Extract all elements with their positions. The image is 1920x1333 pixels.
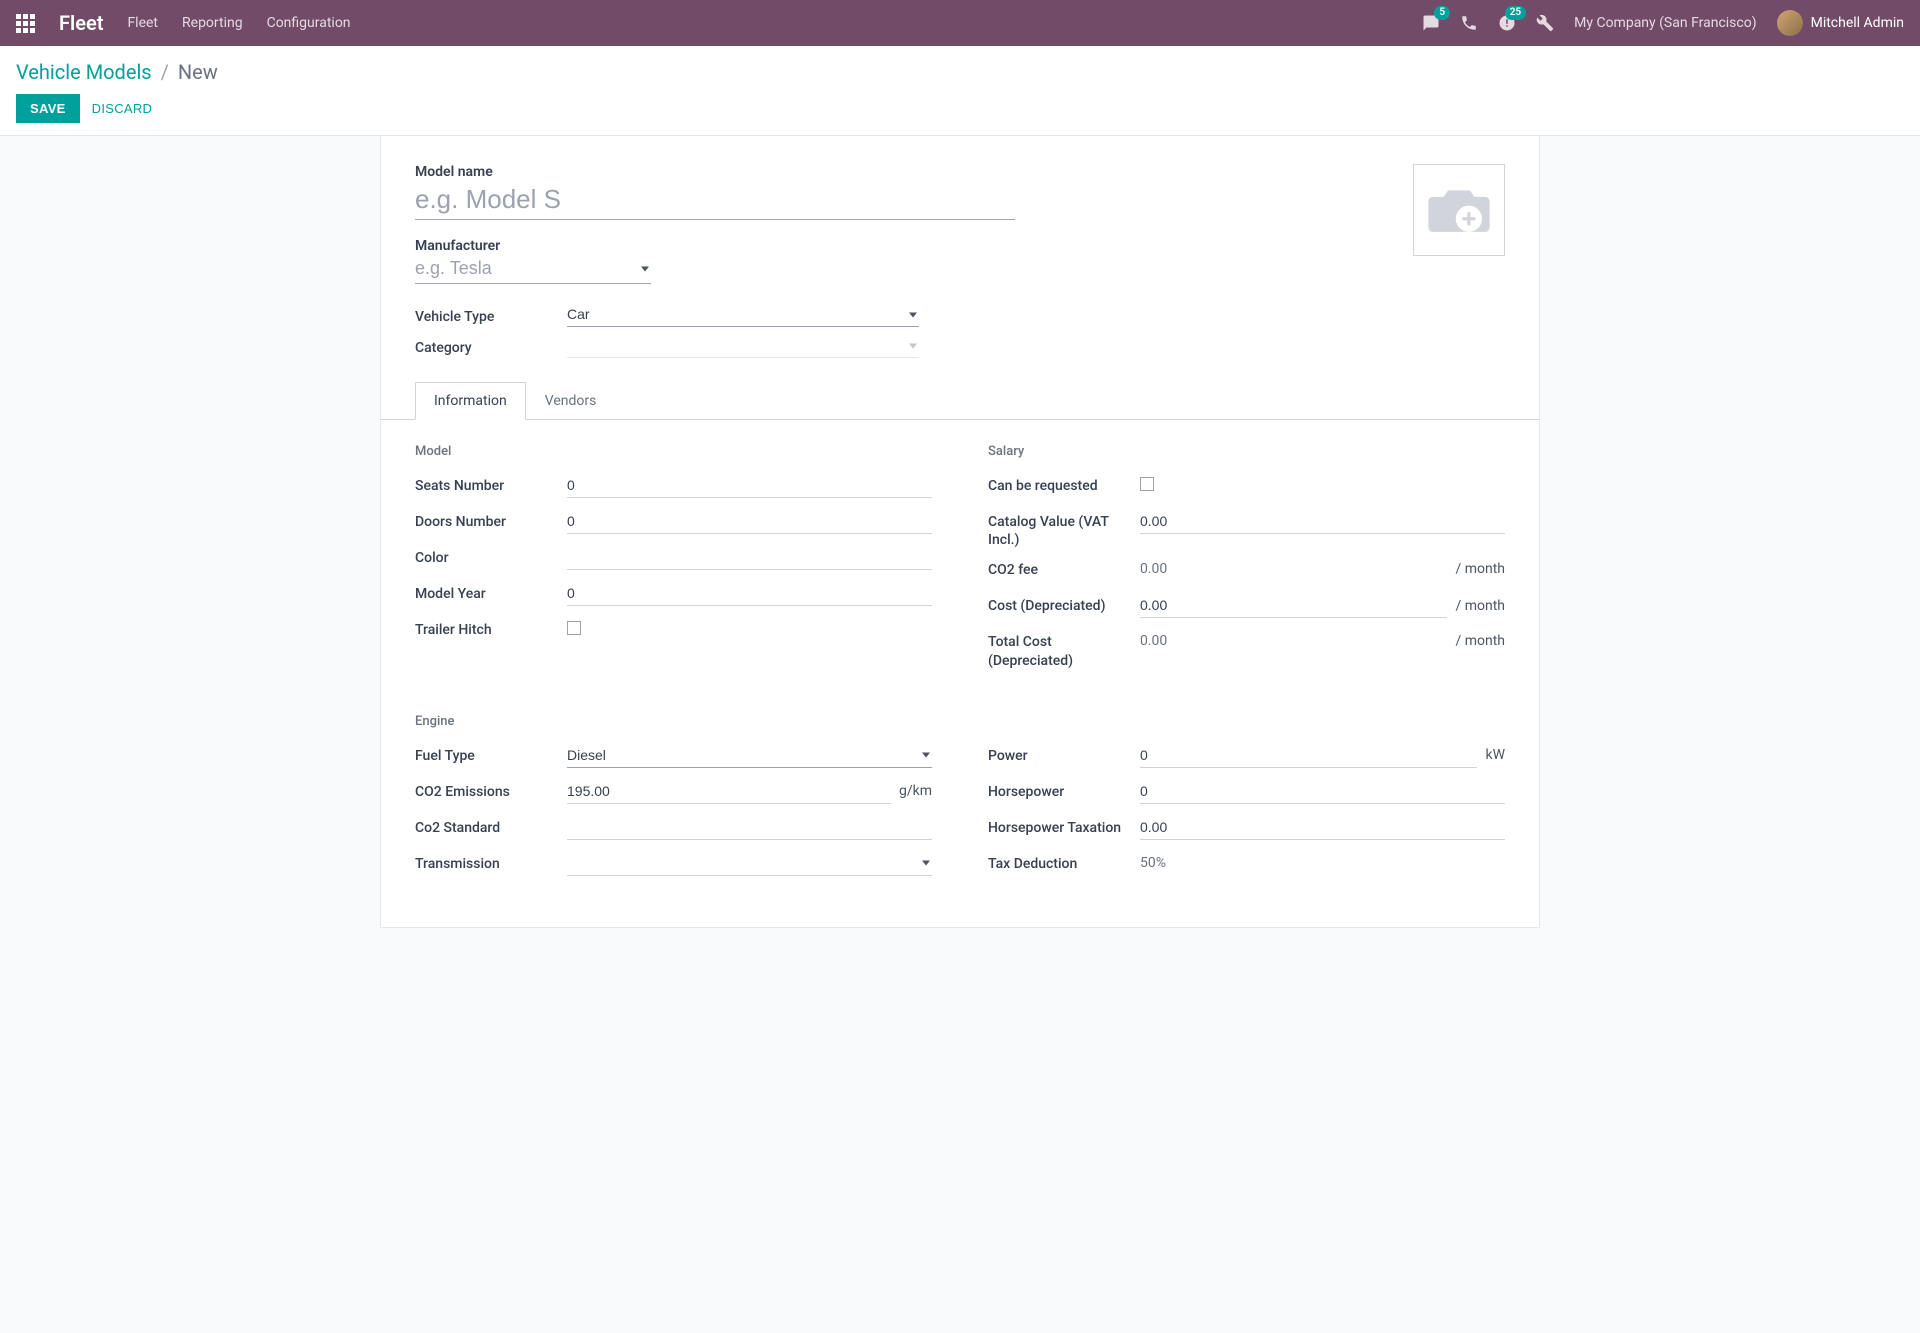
model-name-input[interactable] — [415, 180, 1015, 220]
trailer-label: Trailer Hitch — [415, 617, 567, 639]
model-name-label: Model name — [415, 164, 1389, 180]
co2-input[interactable] — [567, 779, 891, 804]
action-bar: Vehicle Models / New SAVE DISCARD — [0, 46, 1920, 136]
image-upload[interactable] — [1413, 164, 1505, 256]
vehicle-type-select[interactable] — [567, 302, 919, 327]
apps-icon[interactable] — [16, 14, 35, 33]
tab-information[interactable]: Information — [415, 382, 526, 420]
discard-button[interactable]: DISCARD — [92, 101, 153, 116]
brand[interactable]: Fleet — [59, 11, 103, 35]
color-label: Color — [415, 545, 567, 567]
taxded-value: 50% — [1140, 851, 1505, 875]
color-input[interactable] — [567, 545, 932, 570]
navbar: Fleet Fleet Reporting Configuration 5 25… — [0, 0, 1920, 46]
camera-plus-icon — [1424, 182, 1494, 238]
seats-input[interactable] — [567, 473, 932, 498]
fuel-label: Fuel Type — [415, 743, 567, 765]
trailer-checkbox[interactable] — [567, 621, 581, 635]
power-unit: kW — [1485, 747, 1505, 763]
messages-icon[interactable]: 5 — [1422, 14, 1440, 32]
doors-input[interactable] — [567, 509, 932, 534]
power-label: Power — [988, 743, 1140, 765]
section-salary-title: Salary — [988, 444, 1505, 459]
co2fee-value: 0.00 — [1140, 557, 1447, 581]
debug-icon[interactable] — [1536, 14, 1554, 32]
vehicle-type-label: Vehicle Type — [415, 305, 567, 325]
breadcrumb-parent[interactable]: Vehicle Models — [16, 60, 152, 84]
user-menu[interactable]: Mitchell Admin — [1777, 10, 1904, 36]
breadcrumb: Vehicle Models / New — [16, 60, 1904, 84]
messages-badge: 5 — [1434, 6, 1450, 20]
section-engine-title: Engine — [415, 714, 932, 729]
trans-select[interactable] — [567, 851, 932, 876]
nav-fleet[interactable]: Fleet — [127, 15, 158, 31]
requested-checkbox[interactable] — [1140, 477, 1154, 491]
requested-label: Can be requested — [988, 473, 1140, 495]
hptax-input[interactable] — [1140, 815, 1505, 840]
year-label: Model Year — [415, 581, 567, 603]
catalog-input[interactable] — [1140, 509, 1505, 534]
phone-icon[interactable] — [1460, 14, 1478, 32]
power-input[interactable] — [1140, 743, 1477, 768]
manufacturer-label: Manufacturer — [415, 238, 1389, 254]
manufacturer-input[interactable] — [415, 254, 651, 284]
save-button[interactable]: SAVE — [16, 94, 80, 123]
co2std-input[interactable] — [567, 815, 932, 840]
category-label: Category — [415, 336, 567, 356]
catalog-label: Catalog Value (VAT Incl.) — [988, 509, 1140, 549]
doors-label: Doors Number — [415, 509, 567, 531]
co2-label: CO2 Emissions — [415, 779, 567, 801]
costdep-unit: / month — [1455, 598, 1505, 614]
section-model-title: Model — [415, 444, 932, 459]
hp-label: Horsepower — [988, 779, 1140, 801]
activities-icon[interactable]: 25 — [1498, 14, 1516, 32]
tab-vendors[interactable]: Vendors — [526, 382, 616, 420]
breadcrumb-current: New — [178, 60, 218, 84]
company-selector[interactable]: My Company (San Francisco) — [1574, 15, 1756, 31]
activities-badge: 25 — [1505, 6, 1526, 20]
nav-configuration[interactable]: Configuration — [267, 15, 351, 31]
hptax-label: Horsepower Taxation — [988, 815, 1140, 837]
costdep-input[interactable] — [1140, 593, 1447, 618]
seats-label: Seats Number — [415, 473, 567, 495]
year-input[interactable] — [567, 581, 932, 606]
co2-unit: g/km — [899, 783, 932, 799]
hp-input[interactable] — [1140, 779, 1505, 804]
totalcost-unit: / month — [1455, 633, 1505, 649]
co2fee-unit: / month — [1455, 561, 1505, 577]
co2std-label: Co2 Standard — [415, 815, 567, 837]
category-select[interactable] — [567, 333, 919, 358]
trans-label: Transmission — [415, 851, 567, 873]
costdep-label: Cost (Depreciated) — [988, 593, 1140, 615]
totalcost-value: 0.00 — [1140, 629, 1447, 653]
user-name: Mitchell Admin — [1811, 15, 1904, 31]
co2fee-label: CO2 fee — [988, 557, 1140, 579]
avatar — [1777, 10, 1803, 36]
nav-reporting[interactable]: Reporting — [182, 15, 243, 31]
tabs: Information Vendors — [381, 382, 1539, 420]
fuel-select[interactable] — [567, 743, 932, 768]
form-sheet: Model name Manufacturer Vehicle Type — [380, 136, 1540, 928]
totalcost-label: Total Cost (Depreciated) — [988, 629, 1140, 669]
taxded-label: Tax Deduction — [988, 851, 1140, 873]
